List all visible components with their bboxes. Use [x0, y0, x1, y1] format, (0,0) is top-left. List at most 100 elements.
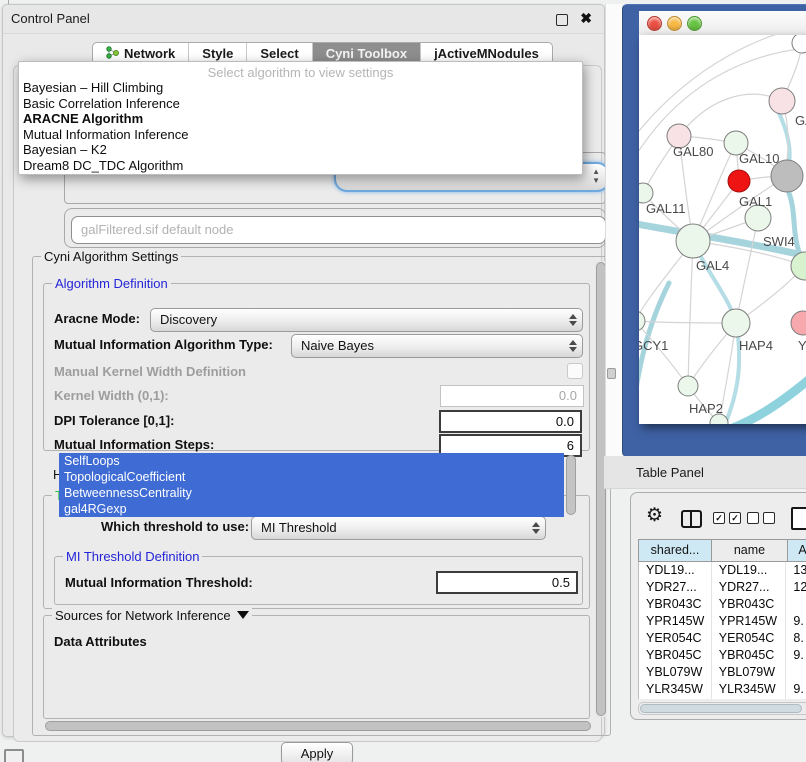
control-panel-window: Control Panel ✖ NetworkStyleSelectCyni T…: [2, 4, 605, 737]
node-label-gal11: GAL11: [646, 201, 686, 216]
network-node-gal4[interactable]: [676, 224, 710, 258]
mi-steps-label: Mutual Information Steps:: [54, 437, 214, 452]
node-label-hap4: HAP4: [739, 338, 773, 353]
table-row[interactable]: YER054CYER054C8.: [639, 630, 806, 647]
float-panel-icon[interactable]: [556, 14, 568, 26]
tab-label: Network: [124, 46, 175, 61]
mi-algorithm-type-select[interactable]: Naive Bayes: [291, 334, 583, 358]
collapsed-panel-icon[interactable]: [4, 749, 24, 762]
network-node-gal11[interactable]: [639, 183, 653, 203]
network-node-gal1[interactable]: [728, 170, 750, 192]
network-data-field[interactable]: galFiltered.sif default node: [71, 216, 606, 244]
network-canvas[interactable]: GALGAL80GAL10GAL1GAL11SWI4GAL4GCY1HAP4YH…: [639, 35, 806, 424]
scrollbar-thumb[interactable]: [45, 721, 591, 731]
algorithm-option-aracne-algorithm[interactable]: ARACNE Algorithm: [22, 111, 579, 127]
table-row[interactable]: YIL052CYIL052C0.: [639, 698, 806, 699]
algorithm-definition-group: Algorithm Definition Aracne Mode: Discov…: [43, 283, 590, 451]
collapse-down-icon: [237, 611, 249, 619]
attribute-item-selfloops[interactable]: SelfLoops: [59, 453, 564, 469]
node-label-gal: GAL: [795, 113, 806, 128]
table-panel-title: Table Panel: [636, 465, 704, 480]
column-layout-icon[interactable]: [681, 510, 702, 528]
column-header-a[interactable]: A: [788, 539, 806, 562]
table-cell: [786, 596, 806, 613]
node-label-gal80: GAL80: [673, 144, 713, 159]
checked-box-icon: ✓: [713, 512, 725, 524]
network-node-y[interactable]: [791, 311, 806, 335]
network-icon: [106, 46, 119, 62]
dpi-tolerance-label: DPI Tolerance [0,1]:: [54, 413, 174, 428]
aracne-mode-label: Aracne Mode:: [54, 311, 140, 326]
table-row[interactable]: YPR145WYPR145W9.: [639, 613, 806, 630]
zoom-traffic-light[interactable]: [687, 16, 702, 31]
table-row[interactable]: YBR045CYBR045C9.: [639, 647, 806, 664]
deselect-all-checks-icon[interactable]: [747, 512, 775, 524]
control-panel-titlebar: Control Panel ✖: [3, 5, 604, 34]
select-all-checks-icon[interactable]: ✓ ✓: [713, 512, 741, 524]
document-icon[interactable]: [791, 507, 806, 530]
algorithm-option-bayesian-hill-climbing[interactable]: Bayesian – Hill Climbing: [22, 80, 579, 96]
settings-group-title: Cyni Algorithm Settings: [41, 249, 181, 264]
algorithm-option-dream8-dc-tdc-algorithm[interactable]: Dream8 DC_TDC Algorithm: [22, 158, 579, 174]
algorithm-option-basic-correlation-inference[interactable]: Basic Correlation Inference: [22, 96, 579, 112]
table-cell: 9.: [786, 613, 806, 630]
close-icon[interactable]: ✖: [580, 10, 592, 27]
network-node-gal[interactable]: [769, 88, 795, 114]
dpi-tolerance-field[interactable]: 0.0: [439, 410, 582, 433]
sources-group: Sources for Network Inference Data Attri…: [43, 615, 590, 719]
algorithm-dropdown-popup: Select algorithm to view settings Bayesi…: [18, 61, 583, 175]
node-label-y: Y: [798, 338, 806, 353]
attribute-list-scrollbar[interactable]: [566, 455, 576, 515]
network-node-gcy1[interactable]: [639, 311, 645, 331]
tab-label: Style: [202, 46, 233, 61]
network-window: GALGAL80GAL10GAL1GAL11SWI4GAL4GCY1HAP4YH…: [622, 4, 806, 457]
which-threshold-value: MI Threshold: [261, 520, 337, 535]
node-label-gcy1: GCY1: [639, 338, 668, 353]
which-threshold-select[interactable]: MI Threshold: [251, 516, 546, 540]
attribute-item-gal4rgexp[interactable]: gal4RGexp: [59, 501, 564, 517]
column-header-shared[interactable]: shared...: [638, 539, 712, 562]
apply-button[interactable]: Apply: [281, 742, 353, 762]
sources-title[interactable]: Sources for Network Inference: [52, 608, 252, 623]
table-row[interactable]: YDL19...YDL19...13: [639, 562, 806, 579]
scrollbar-thumb[interactable]: [566, 455, 576, 515]
control-panel-title: Control Panel: [11, 11, 90, 26]
algorithm-option-mutual-information-inference[interactable]: Mutual Information Inference: [22, 127, 579, 143]
algorithm-option-bayesian-k2[interactable]: Bayesian – K2: [22, 142, 579, 158]
scrollbar-thumb[interactable]: [640, 704, 802, 713]
kernel-width-field[interactable]: 0.0: [440, 385, 584, 407]
table-cell: YBL079W: [712, 664, 787, 681]
table-cell: YBR043C: [712, 596, 787, 613]
attribute-item-topologicalcoefficient[interactable]: TopologicalCoefficient: [59, 469, 564, 485]
splitter-handle[interactable]: [607, 368, 616, 379]
table-row[interactable]: YBR043CYBR043C: [639, 596, 806, 613]
table-cell: YBR045C: [639, 647, 712, 664]
settings-horizontal-scrollbar[interactable]: [45, 721, 591, 731]
gear-icon[interactable]: ⚙: [646, 506, 663, 525]
table-row[interactable]: YBL079WYBL079W: [639, 664, 806, 681]
table-cell: 12: [786, 579, 806, 596]
attribute-item-betweennesscentrality[interactable]: BetweennessCentrality: [59, 485, 564, 501]
manual-kernel-label: Manual Kernel Width Definition: [54, 364, 246, 379]
table-cell: YER054C: [712, 630, 787, 647]
table-cell: YDR27...: [639, 579, 712, 596]
minimize-traffic-light[interactable]: [667, 16, 682, 31]
algorithm-dropdown-list: Bayesian – Hill ClimbingBasic Correlatio…: [22, 80, 579, 173]
node-label-hap2: HAP2: [689, 401, 723, 416]
data-attributes-list[interactable]: SelfLoopsTopologicalCoefficientBetweenne…: [59, 453, 564, 517]
table-row[interactable]: YDR27...YDR27...12: [639, 579, 806, 596]
aracne-mode-select[interactable]: Discovery: [150, 308, 583, 332]
table-cell: YLR345W: [639, 681, 712, 698]
network-node-hap2[interactable]: [678, 376, 698, 396]
network-node[interactable]: [792, 35, 806, 53]
table-horizontal-scrollbar[interactable]: [638, 702, 806, 715]
mi-algorithm-type-label: Mutual Information Algorithm Type:: [54, 337, 273, 352]
manual-kernel-checkbox[interactable]: [567, 363, 583, 379]
screen: Control Panel ✖ NetworkStyleSelectCyni T…: [0, 0, 806, 762]
table-row[interactable]: YLR345WYLR345W9.: [639, 681, 806, 698]
which-threshold-label: Which threshold to use:: [101, 519, 249, 534]
column-header-name[interactable]: name: [712, 539, 788, 562]
close-traffic-light[interactable]: [647, 16, 662, 31]
network-node-hap4[interactable]: [722, 309, 750, 337]
mi-threshold-field[interactable]: 0.5: [436, 571, 578, 594]
